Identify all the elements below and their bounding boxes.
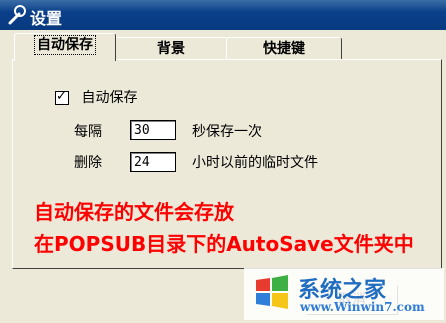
note-line-1: 自动保存的文件会存放 [34, 200, 234, 224]
delete-label: 删除 [74, 155, 102, 171]
tab-label: 自动保存 [34, 35, 96, 55]
tab-shortcuts[interactable]: 快捷键 [226, 37, 342, 60]
delete-hours-input[interactable]: 24 [130, 152, 176, 172]
tab-label: 背景 [157, 41, 185, 57]
interval-label: 每隔 [74, 124, 102, 140]
tab-label: 快捷键 [263, 41, 305, 57]
wrench-icon [8, 5, 26, 25]
tab-background[interactable]: 背景 [114, 37, 228, 60]
watermark: 系统之家 www.Winwin7.com [244, 268, 444, 320]
autosave-checkbox-label: 自动保存 [81, 90, 138, 106]
title-bar: 设置 [0, 0, 446, 30]
note-line-2: 在POPSUB目录下的AutoSave文件夹中 [34, 232, 414, 256]
tab-strip: 自动保存 背景 快捷键 [0, 32, 446, 61]
windows-logo-icon [256, 275, 288, 309]
interval-input[interactable]: 30 [130, 120, 176, 140]
interval-unit: 秒保存一次 [192, 124, 262, 140]
autosave-checkbox[interactable] [55, 89, 69, 105]
delete-unit: 小时以前的临时文件 [192, 155, 318, 171]
autosave-checkbox-row[interactable]: 自动保存 [55, 87, 137, 107]
window-title: 设置 [30, 9, 63, 28]
tab-autosave[interactable]: 自动保存 [14, 33, 116, 61]
watermark-url: www.Winwin7.com [300, 300, 425, 314]
